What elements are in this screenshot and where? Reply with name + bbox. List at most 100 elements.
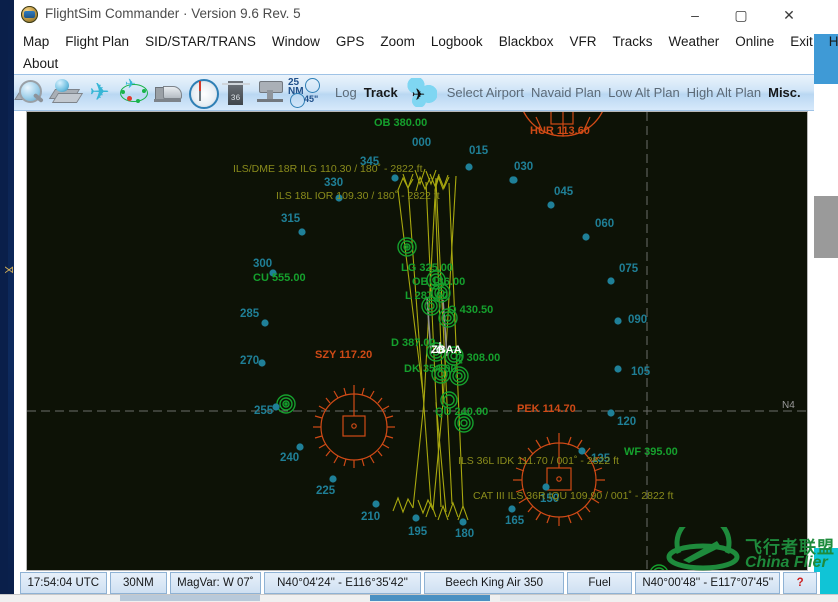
menu-item-window[interactable]: Window [264,31,328,53]
close-icon: ✕ [783,6,795,23]
taskbar-thumbnail-4[interactable] [680,595,790,601]
background-right-panel [814,0,838,601]
waypoint-label-180: 180 [455,528,475,540]
minimize-button[interactable]: – [672,0,718,30]
menu-item-tracks[interactable]: Tracks [604,31,660,53]
ndb-label-qu-240: QU 240.00 [435,406,489,418]
compass-icon[interactable] [186,77,219,109]
waypoint-label-210: 210 [361,511,381,523]
waypoint-label-330: 330 [324,177,344,189]
maximize-button[interactable]: ▢ [718,0,764,30]
menu-item-logbook[interactable]: Logbook [423,31,491,53]
graticule-label: N4 [782,400,795,411]
close-button[interactable]: ✕ [766,0,812,30]
map-magnifier-icon[interactable] [14,77,48,108]
ils-annotation-36l: ILS 36L IDK 111.70 / 001˚ - 2822 ft [458,455,619,467]
menu-row-primary: Map Flight Plan SID/STAR/TRANS Window GP… [14,31,838,53]
status-time: 17:54:04 UTC [20,572,107,594]
menu-item-exit[interactable]: Exit [782,31,821,53]
menu-row-secondary: About [14,53,66,75]
ndb-label-lg-325: LG 325.00 [401,262,453,274]
status-bar: 17:54:04 UTC 30NM MagVar: W 07˚ N40°04'2… [14,572,820,594]
application-window: FlightSim Commander · Version 9.6 Rev. 5… [14,0,838,598]
toolbar-low-alt-plan-button[interactable]: Low Alt Plan [608,85,680,100]
title-bar: FlightSim Commander · Version 9.6 Rev. 5… [14,0,814,30]
ils-annotation-18l: ILS 18L IOR 109.30 / 180˚ - 2822 ft [276,190,440,202]
menu-item-online[interactable]: Online [727,31,782,53]
bg-band-orange [814,0,838,34]
taskbar-thumbnail-1[interactable] [120,595,260,601]
ndb-label-l-287: L 287.00 [405,290,449,302]
status-fuel-button[interactable]: Fuel [566,572,633,594]
globe-aircraft-icon[interactable]: ✈ [406,77,440,108]
ndb-label-ob-380: OB 380.00 [374,117,428,129]
menu-item-weather[interactable]: Weather [660,31,727,53]
ndb-label-o-430: O 430.50 [448,304,494,316]
ils-annotation-18r: ILS/DME 18R ILG 110.30 / 180˚ - 2822 ft [233,163,423,175]
waypoint-label-315: 315 [281,213,301,225]
toolbar-high-alt-plan-button[interactable]: High Alt Plan [687,85,761,100]
waypoint-label-030: 030 [514,161,534,173]
menu-item-about[interactable]: About [14,53,66,75]
waypoint-label-045: 045 [554,186,574,198]
vor-label-pek: PEK 114.70 [517,403,576,415]
waypoint-label-195: 195 [408,526,428,538]
vor-label-szy: SZY 117.20 [315,349,373,361]
bg-band-white2 [814,258,838,548]
waypoint-label-015: 015 [469,145,489,157]
status-cursor-coords: N40°00'48'' - E117°07'45'' [635,572,781,594]
runway-icon[interactable]: 36 [220,77,252,108]
waypoint-label-090: 090 [628,314,648,326]
toolbar-misc-button[interactable]: Misc. [768,85,801,100]
taskbar-thumbnail-3[interactable] [500,595,590,601]
layers-icon[interactable] [48,77,84,108]
waypoint-label-075: 075 [619,263,639,275]
menu-item-help[interactable]: Help [821,31,838,53]
ndb-label-d-387: D 387.00 [391,337,436,349]
bg-band-gray [814,196,838,258]
ndb-label-ob-136: OB 136.00 [412,276,466,288]
control-tower-icon[interactable] [254,77,286,108]
waypoint-label-165: 165 [505,515,525,527]
waypoint-label-000: 000 [412,137,432,149]
waypoint-label-120: 120 [617,416,637,428]
status-help-button[interactable]: ? [783,572,817,594]
taskbar-thumbnail-2[interactable] [370,595,490,601]
waypoint-label-285: 285 [240,308,260,320]
window-title: FlightSim Commander · Version 9.6 Rev. 5 [45,6,301,21]
waypoint-label-270: 270 [240,355,260,367]
waypoint-label-225: 225 [316,485,336,497]
ndb-label-cu-555: CU 555.00 [253,272,306,284]
menu-item-flight-plan[interactable]: Flight Plan [57,31,137,53]
fsc-globe-icon [21,6,38,23]
toolbar-track-button[interactable]: Track [364,85,398,100]
ndb-label-dk-354: DK 354.00 [404,363,457,375]
waypoint-label-105: 105 [631,366,651,378]
flightplan-loop-icon[interactable]: ✈ [118,76,150,108]
status-center-coords: N40°04'24'' - E116°35'42'' [263,572,422,594]
menu-item-vfr[interactable]: VFR [561,31,604,53]
status-aircraft[interactable]: Beech King Air 350 [424,572,564,594]
bg-edge [0,0,8,601]
ndb-label-wf-395: WF 395.00 [624,446,678,458]
menu-item-gps[interactable]: GPS [328,31,373,53]
waypoint-label-240: 240 [280,452,300,464]
bearing-value-label: 45" [304,94,319,104]
waypoint-label-300: 300 [253,258,273,270]
range-25nm-icon[interactable]: 25 NM 45" [288,77,328,108]
menu-item-sid-star-trans[interactable]: SID/STAR/TRANS [137,31,264,53]
airport-label-zbaa: ZBAA [431,344,462,356]
toolbar-navaid-plan-button[interactable]: Navaid Plan [531,85,601,100]
menu-item-zoom[interactable]: Zoom [372,31,423,53]
aircraft-icon[interactable]: ✈ [84,77,116,108]
toolbar: ✈ ✈ 36 25 NM 45" Log Track ✈ Select Airp… [14,74,814,111]
menu-item-map[interactable]: Map [14,31,57,53]
toolbar-select-airport-button[interactable]: Select Airport [447,85,524,100]
status-range[interactable]: 30NM [109,572,168,594]
map-view[interactable]: 000 015 030 045 060 075 090 105 120 135 … [26,111,808,571]
menu-bar: Map Flight Plan SID/STAR/TRANS Window GP… [14,30,838,75]
fuel-truck-icon[interactable] [152,77,184,108]
menu-item-blackbox[interactable]: Blackbox [491,31,562,53]
bg-glyph: ⋊ [4,265,14,276]
toolbar-log-button[interactable]: Log [335,85,357,100]
